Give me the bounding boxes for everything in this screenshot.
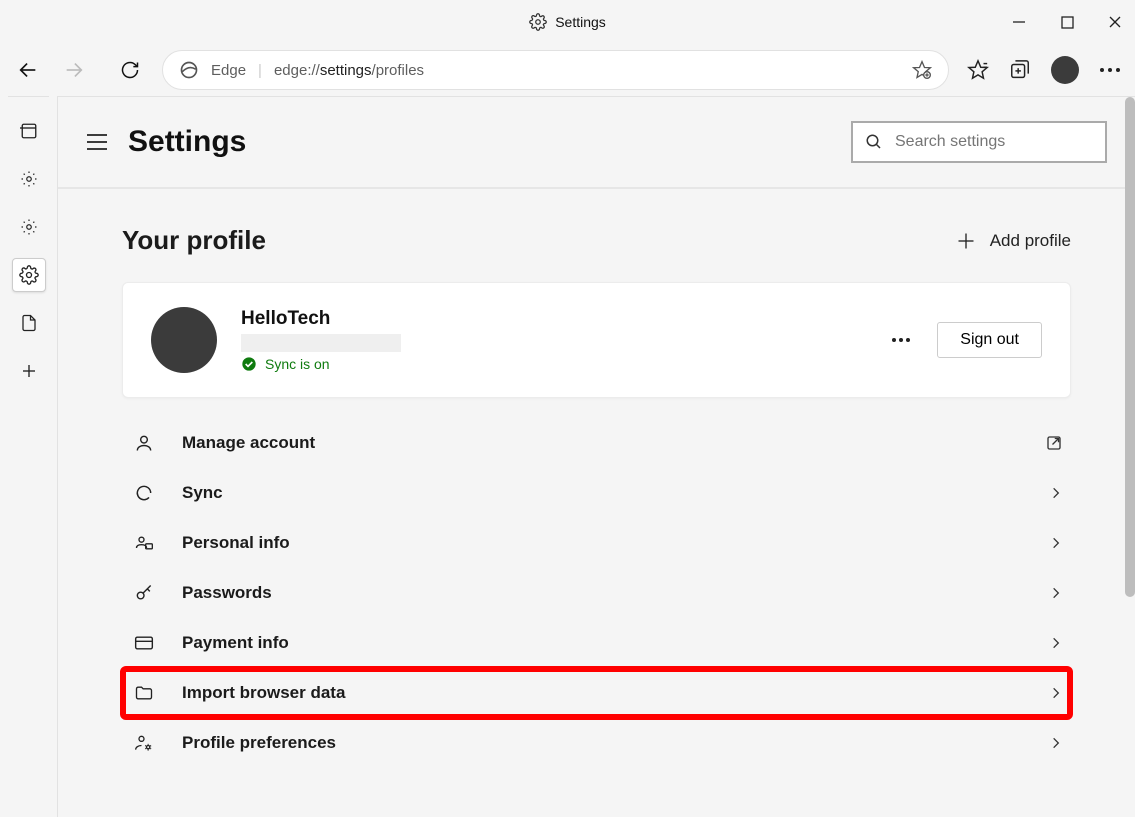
menu-payment-info[interactable]: Payment info bbox=[122, 618, 1071, 668]
window-maximize-button[interactable] bbox=[1057, 12, 1077, 32]
scrollbar[interactable] bbox=[1125, 97, 1135, 597]
menu-label: Payment info bbox=[182, 633, 289, 653]
sign-out-button[interactable]: Sign out bbox=[937, 322, 1042, 358]
menu-profile-preferences[interactable]: Profile preferences bbox=[122, 718, 1071, 768]
back-button[interactable] bbox=[14, 56, 42, 84]
check-circle-icon bbox=[241, 356, 257, 372]
external-link-icon bbox=[1045, 434, 1063, 452]
folder-import-icon bbox=[130, 683, 158, 703]
gear-icon[interactable] bbox=[12, 210, 46, 244]
new-tab-button[interactable] bbox=[12, 354, 46, 388]
edge-icon bbox=[179, 60, 199, 80]
refresh-button[interactable] bbox=[116, 56, 144, 84]
collections-icon[interactable] bbox=[1009, 59, 1031, 81]
people-gear-icon bbox=[130, 733, 158, 753]
url-settings: settings bbox=[320, 62, 372, 79]
window-title: Settings bbox=[555, 14, 606, 30]
forward-button[interactable] bbox=[60, 56, 88, 84]
more-icon[interactable] bbox=[891, 337, 911, 343]
profile-avatar-button[interactable] bbox=[1051, 56, 1079, 84]
favorite-add-icon[interactable] bbox=[912, 60, 932, 80]
chevron-right-icon bbox=[1049, 686, 1063, 700]
address-bar[interactable]: Edge | edge://settings/profiles bbox=[162, 50, 949, 90]
settings-heading: Settings bbox=[128, 125, 246, 159]
key-icon bbox=[130, 583, 158, 603]
url-suffix: /profiles bbox=[372, 62, 425, 79]
vertical-tab-bar bbox=[0, 96, 58, 817]
menu-sync[interactable]: Sync bbox=[122, 468, 1071, 518]
favorites-icon[interactable] bbox=[967, 59, 989, 81]
menu-label: Sync bbox=[182, 483, 223, 503]
tabs-icon[interactable] bbox=[12, 114, 46, 148]
window-close-button[interactable] bbox=[1105, 12, 1125, 32]
document-icon[interactable] bbox=[12, 306, 46, 340]
settings-tab-icon[interactable] bbox=[12, 258, 46, 292]
address-edge-label: Edge bbox=[211, 62, 246, 79]
profile-card: HelloTech Sync is on Sign out bbox=[122, 282, 1071, 398]
person-icon bbox=[130, 433, 158, 453]
search-input[interactable] bbox=[895, 133, 1102, 151]
menu-label: Manage account bbox=[182, 433, 315, 453]
profile-name: HelloTech bbox=[241, 308, 401, 330]
menu-label: Profile preferences bbox=[182, 733, 336, 753]
url-prefix: edge:// bbox=[274, 62, 320, 79]
add-profile-button[interactable]: Add profile bbox=[956, 231, 1071, 251]
window-minimize-button[interactable] bbox=[1009, 12, 1029, 32]
chevron-right-icon bbox=[1049, 586, 1063, 600]
address-separator: | bbox=[258, 62, 262, 79]
browser-toolbar: Edge | edge://settings/profiles bbox=[0, 44, 1135, 96]
menu-label: Import browser data bbox=[182, 683, 345, 703]
search-icon bbox=[865, 133, 883, 151]
hamburger-icon[interactable] bbox=[86, 133, 108, 151]
menu-manage-account[interactable]: Manage account bbox=[122, 418, 1071, 468]
credit-card-icon bbox=[130, 633, 158, 653]
menu-label: Personal info bbox=[182, 533, 290, 553]
chevron-right-icon bbox=[1049, 636, 1063, 650]
chevron-right-icon bbox=[1049, 486, 1063, 500]
avatar bbox=[151, 307, 217, 373]
gear-icon bbox=[529, 13, 547, 31]
your-profile-heading: Your profile bbox=[122, 225, 266, 256]
profile-email-redacted bbox=[241, 334, 401, 352]
add-profile-label: Add profile bbox=[990, 231, 1071, 251]
chevron-right-icon bbox=[1049, 736, 1063, 750]
menu-label: Passwords bbox=[182, 583, 272, 603]
settings-content: Settings Your profile Add profile HelloT bbox=[58, 96, 1135, 817]
search-settings-box[interactable] bbox=[851, 121, 1107, 163]
more-icon[interactable] bbox=[1099, 67, 1121, 73]
menu-personal-info[interactable]: Personal info bbox=[122, 518, 1071, 568]
sync-icon bbox=[130, 483, 158, 503]
chevron-right-icon bbox=[1049, 536, 1063, 550]
gear-icon[interactable] bbox=[12, 162, 46, 196]
id-card-icon bbox=[130, 533, 158, 553]
window-titlebar: Settings bbox=[0, 0, 1135, 44]
menu-passwords[interactable]: Passwords bbox=[122, 568, 1071, 618]
menu-import-browser-data[interactable]: Import browser data bbox=[122, 668, 1071, 718]
sync-status: Sync is on bbox=[265, 356, 330, 372]
